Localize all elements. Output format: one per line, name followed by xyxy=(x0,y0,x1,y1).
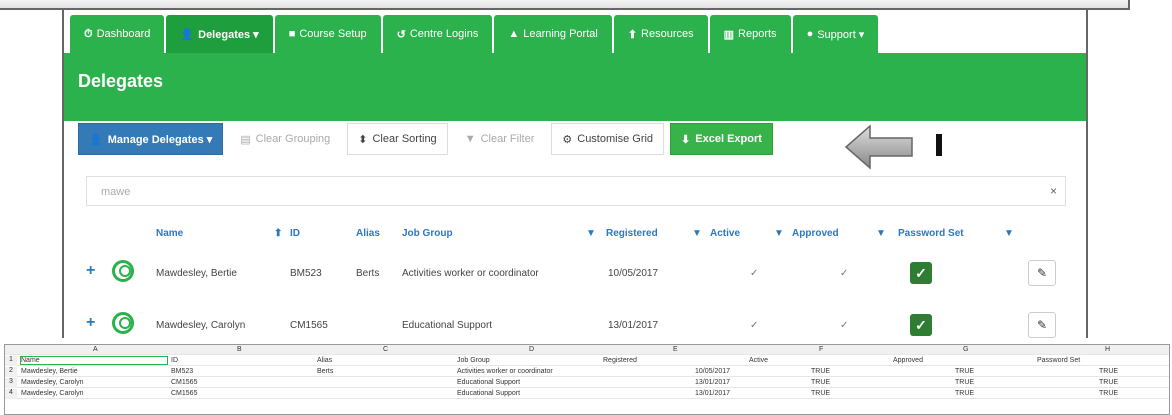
customise-grid-button[interactable]: ⚙ Customise Grid xyxy=(551,123,665,155)
portal-icon: ▲ xyxy=(508,28,520,40)
cell-active: ✓ xyxy=(750,268,759,279)
dashboard-icon: ⏱ xyxy=(84,27,93,40)
sheet-data-row[interactable]: 4 Mawdesley, Carolyn CM1565 Educational … xyxy=(5,389,1169,399)
user-icon: 👤 xyxy=(89,133,103,146)
edit-pencil-button[interactable]: ✎ xyxy=(1028,260,1056,286)
tab-reports[interactable]: ▥ Reports xyxy=(709,15,791,53)
tab-delegates[interactable]: 👤 Delegates ▾ xyxy=(166,15,273,53)
password-set-check-icon: ✓ xyxy=(910,314,932,336)
app-window: ⏱ Dashboard 👤 Delegates ▾ ■ Course Setup ↺ C… xyxy=(62,10,1088,338)
tab-resources[interactable]: ⬆ Resources xyxy=(613,15,708,53)
upload-icon: ⬆ xyxy=(627,28,638,41)
column-header-name[interactable]: Name xyxy=(156,228,183,239)
column-header-registered[interactable]: Registered xyxy=(606,228,658,239)
sort-asc-icon[interactable]: ⬆ xyxy=(274,228,282,239)
table-row[interactable]: + Mawdesley, Carolyn CM1565 Educational … xyxy=(64,308,1086,338)
info-icon: ● xyxy=(806,28,814,40)
main-nav-tabs: ⏱ Dashboard 👤 Delegates ▾ ■ Course Setup ↺ C… xyxy=(70,15,880,53)
user-icon: 👤 xyxy=(180,28,195,41)
clear-search-icon[interactable]: × xyxy=(1050,184,1057,198)
sheet-data-row[interactable]: 2 Mawdesley, Bertie BM523 Berts Activiti… xyxy=(5,367,1169,377)
cell-name: Mawdesley, Bertie xyxy=(156,268,237,279)
sheet-column-letters: A B C D E F G H xyxy=(5,345,1169,355)
column-header-alias[interactable]: Alias xyxy=(356,228,380,239)
tab-learning-portal[interactable]: ▲ Learning Portal xyxy=(494,15,612,53)
sheet-data-row[interactable]: 3 Mawdesley, Carolyn CM1565 Educational … xyxy=(5,378,1169,388)
filter-icon[interactable]: ▼ xyxy=(586,228,596,239)
tab-dashboard[interactable]: ⏱ Dashboard xyxy=(70,15,165,53)
avatar-icon xyxy=(112,260,134,282)
grouping-icon: ▤ xyxy=(240,133,251,146)
filter-icon[interactable]: ▼ xyxy=(1004,228,1014,239)
edit-pencil-button[interactable]: ✎ xyxy=(1028,312,1056,338)
cell-id: CM1565 xyxy=(290,320,328,331)
tab-centre-logins[interactable]: ↺ Centre Logins xyxy=(382,15,493,53)
tab-course-setup[interactable]: ■ Course Setup xyxy=(274,15,381,53)
chart-icon: ▥ xyxy=(723,28,735,41)
search-input[interactable]: mawe × xyxy=(86,176,1066,206)
text-cursor-mark xyxy=(936,134,942,156)
cell-active: ✓ xyxy=(750,320,759,331)
excel-export-button[interactable]: ⬇ Excel Export xyxy=(670,123,773,155)
clear-filter-button[interactable]: ▼ Clear Filter xyxy=(453,123,546,155)
cell-job-group: Educational Support xyxy=(402,320,493,331)
book-icon: ■ xyxy=(288,28,296,40)
cell-approved: ✓ xyxy=(840,268,849,279)
avatar-icon xyxy=(112,312,134,334)
sort-icon: ⬍ xyxy=(358,133,368,146)
table-row[interactable]: + Mawdesley, Bertie BM523 Berts Activiti… xyxy=(64,256,1086,292)
login-icon: ↺ xyxy=(396,28,406,41)
column-header-job-group[interactable]: Job Group xyxy=(402,228,453,239)
clear-sorting-button[interactable]: ⬍ Clear Sorting xyxy=(347,123,448,155)
page-title: Delegates xyxy=(78,71,164,91)
grid-header: Name ⬆ ID Alias Job Group ▼ Registered ▼… xyxy=(64,228,1086,244)
filter-icon[interactable]: ▼ xyxy=(774,228,784,239)
cell-registered: 10/05/2017 xyxy=(608,268,659,279)
annotation-arrow-icon xyxy=(844,124,913,170)
filter-icon: ▼ xyxy=(464,133,476,145)
expand-icon[interactable]: + xyxy=(86,262,95,280)
cropped-banner xyxy=(0,0,1130,10)
tab-support[interactable]: ● Support ▾ xyxy=(792,15,879,53)
expand-icon[interactable]: + xyxy=(86,314,95,332)
column-header-approved[interactable]: Approved xyxy=(792,228,839,239)
filter-icon[interactable]: ▼ xyxy=(692,228,702,239)
column-header-active[interactable]: Active xyxy=(710,228,740,239)
column-header-id[interactable]: ID xyxy=(290,228,300,239)
excel-spreadsheet: A B C D E F G H 1 Name ID Alias Job Grou… xyxy=(4,344,1170,415)
download-icon: ⬇ xyxy=(681,133,691,146)
filter-icon[interactable]: ▼ xyxy=(876,228,886,239)
grid-toolbar: 👤 Manage Delegates ▾ ▤ Clear Grouping ⬍ Cle… xyxy=(78,123,779,155)
cell-approved: ✓ xyxy=(840,320,849,331)
clear-grouping-button[interactable]: ▤ Clear Grouping xyxy=(229,123,342,155)
cell-job-group: Activities worker or coordinator xyxy=(402,268,539,279)
cell-id: BM523 xyxy=(290,268,322,279)
password-set-check-icon: ✓ xyxy=(910,262,932,284)
cell-name: Mawdesley, Carolyn xyxy=(156,320,246,331)
cell-alias: Berts xyxy=(356,268,380,279)
sheet-header-row[interactable]: 1 Name ID Alias Job Group Registered Act… xyxy=(5,356,1169,366)
gear-icon: ⚙ xyxy=(562,133,573,146)
cell-registered: 13/01/2017 xyxy=(608,320,659,331)
manage-delegates-button[interactable]: 👤 Manage Delegates ▾ xyxy=(78,123,224,155)
column-header-password-set[interactable]: Password Set xyxy=(898,228,964,239)
page-header: Delegates xyxy=(64,53,1086,121)
